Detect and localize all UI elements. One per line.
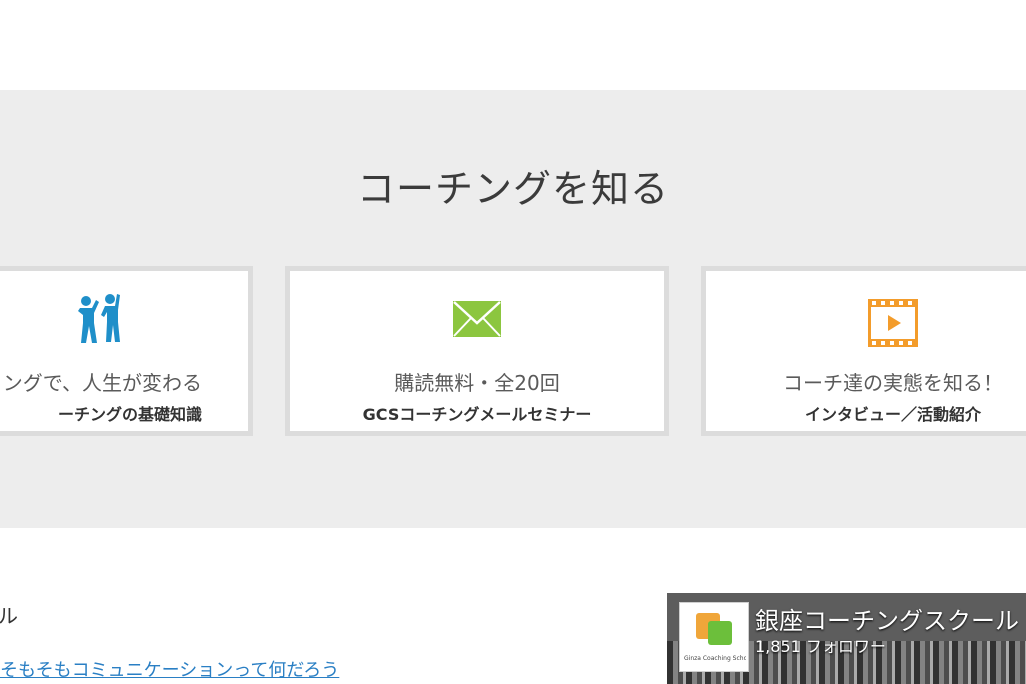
card-title: インタビュー／活動紹介 [804,405,981,424]
follower-count: 1,851 フォロワー [755,637,886,656]
bottom-section-heading: ル [0,604,18,628]
mail-icon [453,301,501,341]
card-tagline: コーチ達の実態を知る！ [783,371,1003,395]
card-mail-seminar[interactable]: 購読無料・全20回 GCSコーチングメールセミナー [285,266,669,436]
section-title: コーチングを知る [356,167,669,211]
card-tagline: 購読無料・全20回 [394,371,560,395]
people-icon [72,291,128,351]
card-coaching-basics[interactable]: ングで、人生が変わる ーチングの基礎知識 [0,266,253,436]
video-icon [868,299,918,351]
logo-text: Ginza Coaching School [684,655,746,662]
card-interviews[interactable]: コーチ達の実態を知る！ インタビュー／活動紹介 [701,266,1026,436]
page-logo[interactable]: Ginza Coaching School [679,602,749,672]
card-tagline: ングで、人生が変わる [2,371,202,395]
facebook-page-widget[interactable]: Ginza Coaching School 銀座コーチングスクール 1,851 … [667,593,1026,684]
page-name[interactable]: 銀座コーチングスクール [755,601,1019,636]
card-title: GCSコーチングメールセミナー [362,405,592,424]
logo-green-square [708,621,732,645]
card-title: ーチングの基礎知識 [57,405,202,424]
communication-article-link[interactable]: そもそもコミュニケーションって何だろう [0,656,339,682]
top-margin [0,0,1026,90]
